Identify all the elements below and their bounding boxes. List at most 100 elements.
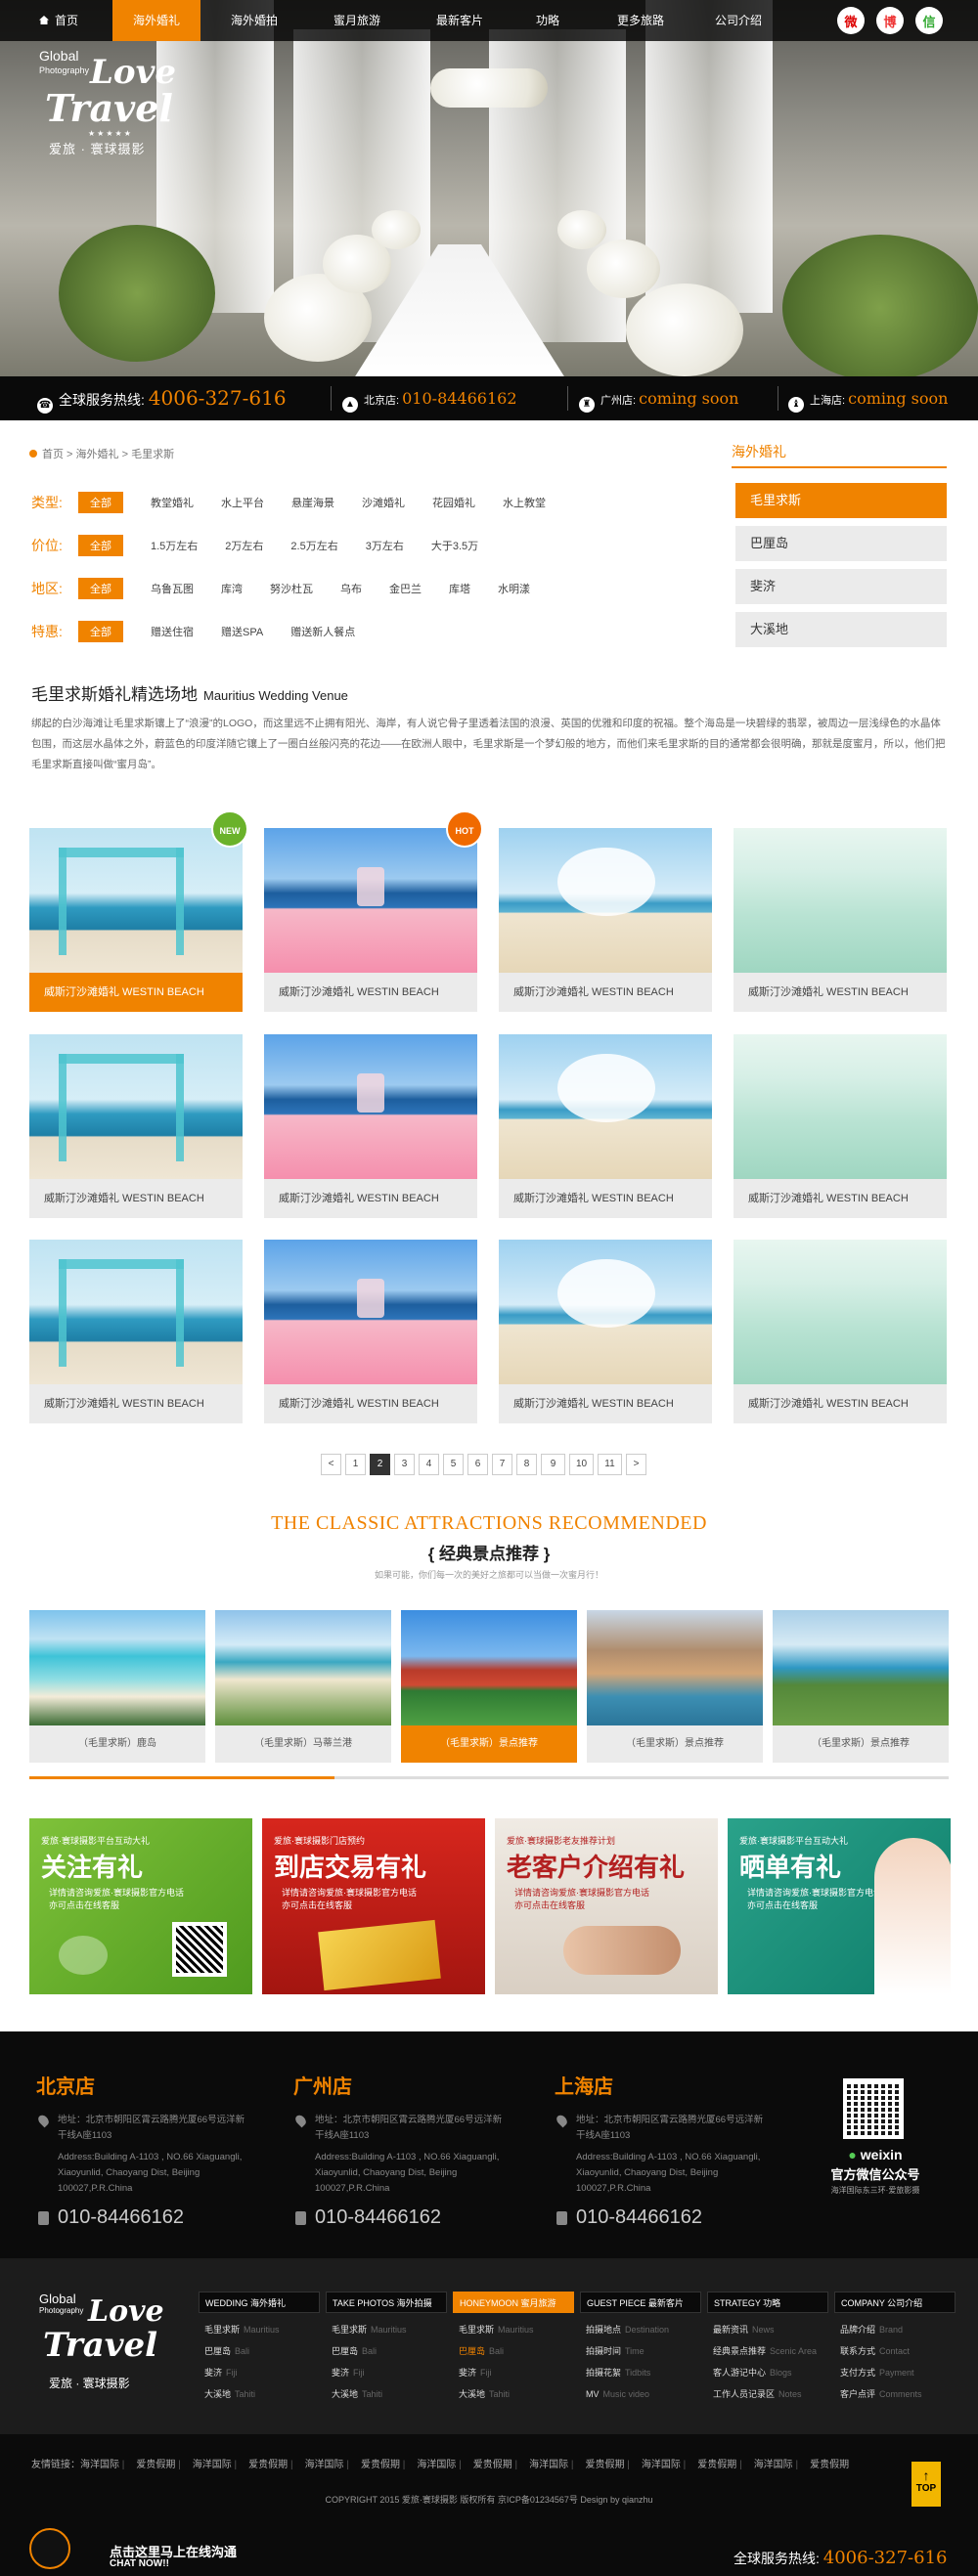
footer-menu-heading[interactable]: STRATEGY 功略 [707, 2292, 828, 2313]
attraction-card[interactable]: （毛里求斯）景点推荐 [773, 1610, 949, 1763]
filter-option[interactable]: 水上教堂 [503, 495, 546, 510]
page-button[interactable]: 10 [569, 1454, 594, 1475]
friend-link[interactable]: 海洋国际 [417, 2460, 456, 2470]
promo-store-deal[interactable]: 爱旅·寰球摄影门店预约 到店交易有礼 详情请咨询爱旅·寰球摄影官方电话 亦可点击… [262, 1818, 485, 1994]
filter-option[interactable]: 水上平台 [221, 495, 264, 510]
footer-menu-link[interactable]: 斐济 Fiji [199, 2362, 320, 2383]
footer-menu-link[interactable]: 工作人员记录区 Notes [707, 2383, 828, 2405]
filter-option[interactable]: 2万左右 [225, 538, 263, 553]
friend-link[interactable]: 海洋国际 [193, 2460, 232, 2470]
footer-menu-heading[interactable]: WEDDING 海外婚礼 [199, 2292, 320, 2313]
side-item-tahiti[interactable]: 大溪地 [735, 612, 947, 647]
venue-card[interactable]: 威斯汀沙滩婚礼 WESTIN BEACH [264, 1034, 477, 1218]
nav-item-more-routes[interactable]: 更多旅路 [597, 0, 685, 41]
footer-menu-link[interactable]: 毛里求斯 Mauritius [326, 2319, 447, 2340]
nav-item-honeymoon[interactable]: 蜜月旅游 [313, 0, 401, 41]
venue-card[interactable]: 威斯汀沙滩婚礼 WESTIN BEACH [499, 828, 712, 1012]
footer-menu-heading[interactable]: TAKE PHOTOS 海外拍摄 [326, 2292, 447, 2313]
filter-all-button[interactable]: 全部 [78, 535, 123, 556]
nav-home[interactable]: 首页 [29, 0, 88, 41]
venue-card[interactable]: 威斯汀沙滩婚礼 WESTIN BEACH [734, 1034, 947, 1218]
footer-menu-link[interactable]: 支付方式 Payment [834, 2362, 956, 2383]
page-button[interactable]: 9 [541, 1454, 565, 1475]
footer-menu-link[interactable]: 巴厘岛 Bali [326, 2340, 447, 2362]
footer-menu-link[interactable]: 经典景点推荐 Scenic Area [707, 2340, 828, 2362]
footer-menu-link[interactable]: 毛里求斯 Mauritius [199, 2319, 320, 2340]
promo-referral[interactable]: 爱旅·寰球摄影老友推荐计划 老客户介绍有礼 详情请咨询爱旅·寰球摄影官方电话 亦… [495, 1818, 718, 1994]
footer-menu-link[interactable]: 巴厘岛 Bali [199, 2340, 320, 2362]
venue-card[interactable]: 威斯汀沙滩婚礼 WESTIN BEACH [29, 828, 243, 1012]
filter-all-button[interactable]: 全部 [78, 621, 123, 642]
filter-option[interactable]: 大于3.5万 [431, 538, 478, 553]
filter-option[interactable]: 悬崖海景 [291, 495, 334, 510]
friend-link[interactable]: 爱贵假期 [136, 2460, 175, 2470]
friend-link[interactable]: 海洋国际 [529, 2460, 568, 2470]
venue-card[interactable]: 威斯汀沙滩婚礼 WESTIN BEACH [264, 1240, 477, 1423]
footer-menu-link[interactable]: 品牌介绍 Brand [834, 2319, 956, 2340]
footer-menu-link[interactable]: 最新资讯 News [707, 2319, 828, 2340]
page-button[interactable]: 11 [598, 1454, 622, 1475]
friend-link[interactable]: 爱贵假期 [473, 2460, 512, 2470]
attraction-card[interactable]: （毛里求斯）马蒂兰港 [215, 1610, 391, 1763]
site-logo[interactable]: Global Photography Love Travel ★★★★★ 爱旅 … [39, 49, 186, 157]
nav-item-overseas-wedding[interactable]: 海外婚礼 [112, 0, 200, 41]
friend-link[interactable]: 爱贵假期 [697, 2460, 736, 2470]
footer-menu-heading[interactable]: GUEST PIECE 最新客片 [580, 2292, 701, 2313]
filter-option[interactable]: 赠送住宿 [151, 624, 194, 639]
page-button[interactable]: 8 [516, 1454, 537, 1475]
footer-menu-link[interactable]: 客人游记中心 Blogs [707, 2362, 828, 2383]
page-button[interactable]: 4 [419, 1454, 439, 1475]
page-button[interactable]: 6 [467, 1454, 488, 1475]
footer-menu-heading[interactable]: HONEYMOON 蜜月旅游 [453, 2292, 574, 2313]
filter-option[interactable]: 3万左右 [366, 538, 404, 553]
footer-menu-link[interactable]: 联系方式 Contact [834, 2340, 956, 2362]
filter-option[interactable]: 花园婚礼 [432, 495, 475, 510]
filter-option[interactable]: 乌鲁瓦图 [151, 581, 194, 596]
filter-option[interactable]: 教堂婚礼 [151, 495, 194, 510]
page-button[interactable]: 5 [443, 1454, 464, 1475]
venue-card[interactable]: 威斯汀沙滩婚礼 WESTIN BEACH [734, 1240, 947, 1423]
footer-menu-link[interactable]: 拍摄地点 Destination [580, 2319, 701, 2340]
filter-option[interactable]: 赠送SPA [221, 624, 263, 639]
side-item-bali[interactable]: 巴厘岛 [735, 526, 947, 561]
friend-link[interactable]: 海洋国际 [80, 2460, 119, 2470]
filter-option[interactable]: 金巴兰 [389, 581, 422, 596]
filter-option[interactable]: 水明漾 [498, 581, 530, 596]
online-chat-button[interactable]: 点击这里马上在线沟通 CHAT NOW!! [29, 2522, 284, 2571]
venue-card[interactable]: 威斯汀沙滩婚礼 WESTIN BEACH [734, 828, 947, 1012]
filter-option[interactable]: 2.5万左右 [290, 538, 337, 553]
nav-item-company[interactable]: 公司介绍 [694, 0, 782, 41]
promo-share-order[interactable]: 爱旅·寰球摄影平台互动大礼 晒单有礼 详情请咨询爱旅·寰球摄影官方电话 亦可点击… [728, 1818, 951, 1994]
venue-card[interactable]: 威斯汀沙滩婚礼 WESTIN BEACH [499, 1034, 712, 1218]
footer-menu-link[interactable]: 客户点评 Comments [834, 2383, 956, 2405]
friend-link[interactable]: 海洋国际 [642, 2460, 681, 2470]
filter-all-button[interactable]: 全部 [78, 492, 123, 513]
page-button[interactable]: 1 [345, 1454, 366, 1475]
footer-menu-link[interactable]: 大溪地 Tahiti [453, 2383, 574, 2405]
page-button-current[interactable]: 2 [370, 1454, 390, 1475]
prev-page-button[interactable]: < [321, 1454, 341, 1475]
breadcrumb-home[interactable]: 首页 [42, 449, 64, 460]
nav-item-overseas-photo[interactable]: 海外婚拍 [210, 0, 298, 41]
venue-card[interactable]: 威斯汀沙滩婚礼 WESTIN BEACH [499, 1240, 712, 1423]
filter-all-button[interactable]: 全部 [78, 578, 123, 599]
tencent-weibo-icon[interactable]: 博 [876, 7, 904, 34]
footer-menu-link[interactable]: 大溪地 Tahiti [326, 2383, 447, 2405]
filter-option[interactable]: 库塔 [449, 581, 470, 596]
venue-card[interactable]: 威斯汀沙滩婚礼 WESTIN BEACH [29, 1240, 243, 1423]
attraction-card[interactable]: （毛里求斯）鹿岛 [29, 1610, 205, 1763]
footer-menu-link[interactable]: 斐济 Fiji [326, 2362, 447, 2383]
side-item-fiji[interactable]: 斐济 [735, 569, 947, 604]
footer-menu-link[interactable]: 斐济 Fiji [453, 2362, 574, 2383]
promo-follow[interactable]: 爱旅·寰球摄影平台互动大礼 关注有礼 详情请咨询爱旅·寰球摄影官方电话 亦可点击… [29, 1818, 252, 1994]
attraction-card[interactable]: （毛里求斯）景点推荐 [401, 1610, 577, 1763]
footer-menu-link[interactable]: 巴厘岛 Bali [453, 2340, 574, 2362]
filter-option[interactable]: 努沙杜瓦 [270, 581, 313, 596]
footer-menu-link[interactable]: 毛里求斯 Mauritius [453, 2319, 574, 2340]
attraction-card[interactable]: （毛里求斯）景点推荐 [587, 1610, 763, 1763]
footer-logo[interactable]: Global Photography Love Travel 爱旅 · 寰球摄影 [39, 2292, 176, 2400]
friend-link[interactable]: 爱贵假期 [361, 2460, 400, 2470]
friend-link[interactable]: 爱贵假期 [248, 2460, 288, 2470]
venue-card[interactable]: 威斯汀沙滩婚礼 WESTIN BEACH [29, 1034, 243, 1218]
footer-menu-link[interactable]: MV Music video [580, 2383, 701, 2405]
